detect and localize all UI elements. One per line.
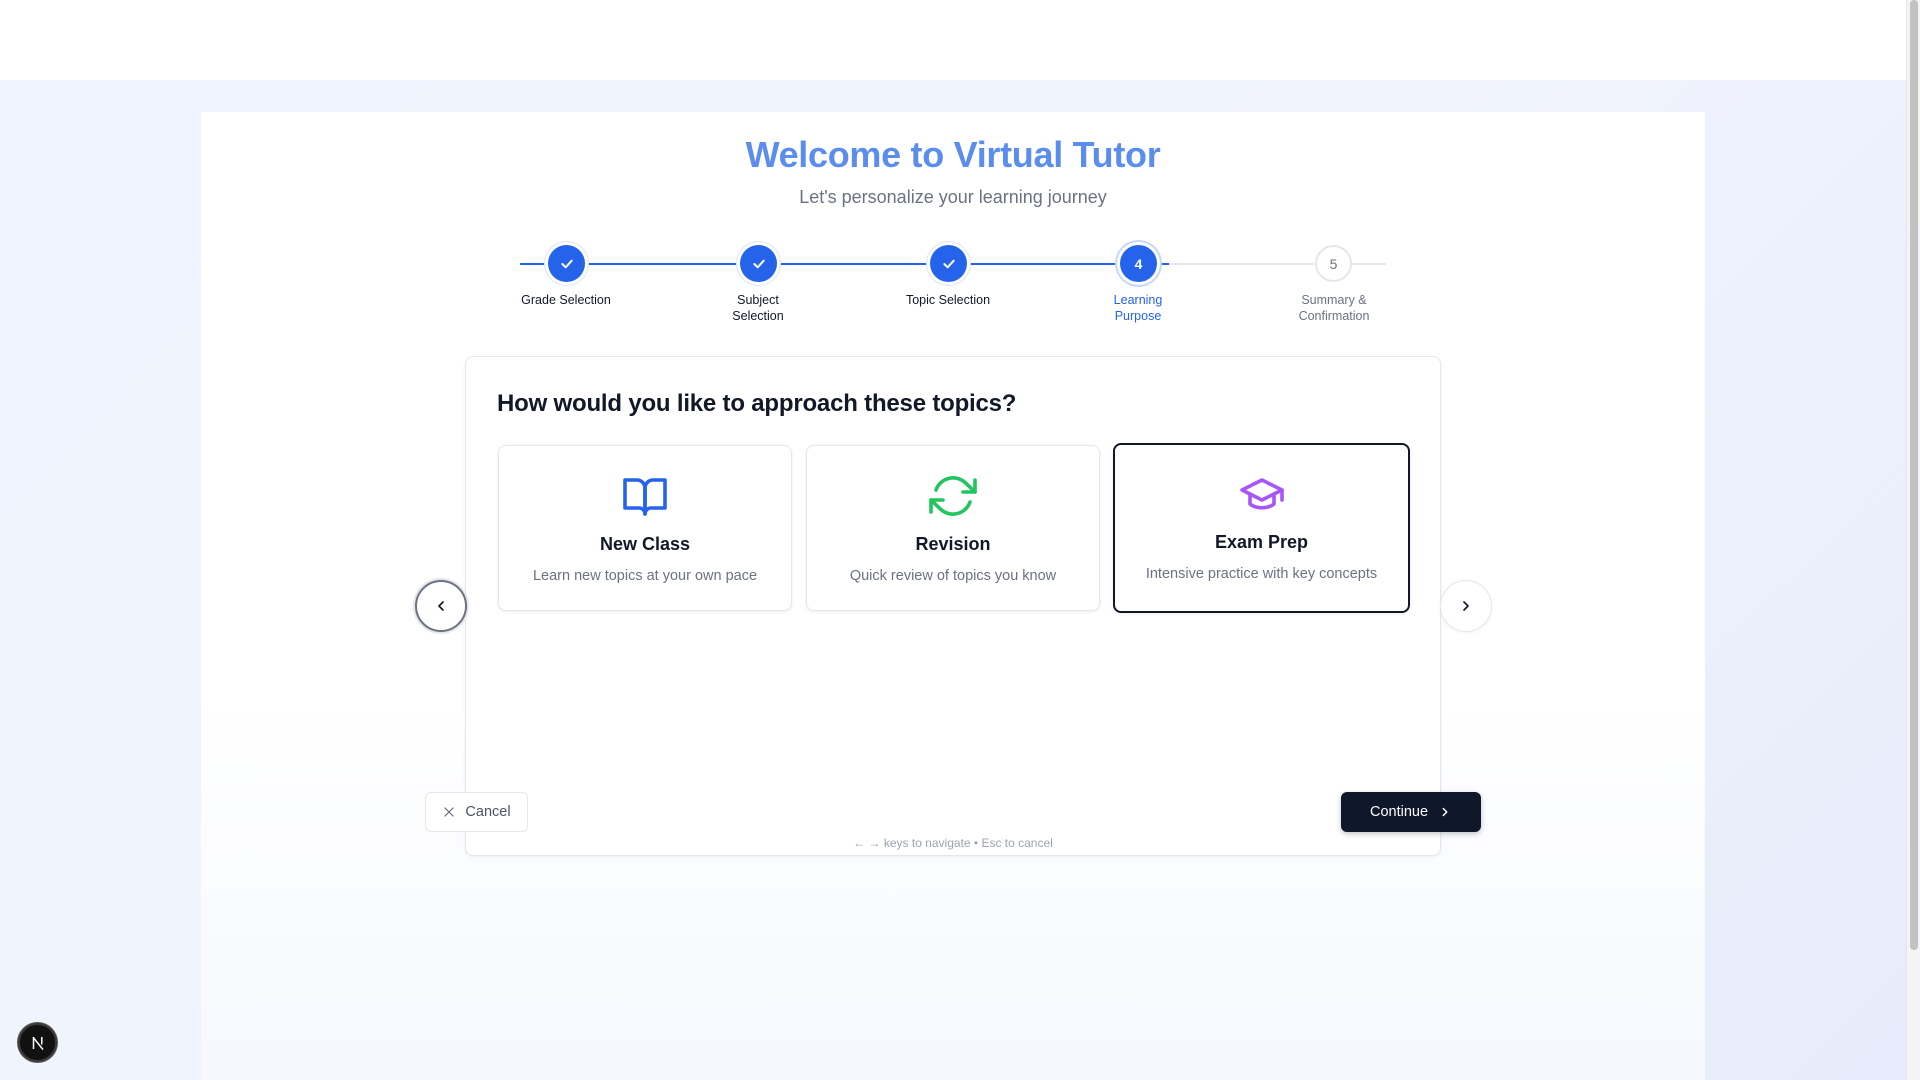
question-title: How would you like to approach these top…: [497, 390, 1017, 417]
step-number: 4: [1134, 255, 1143, 272]
option-title: New Class: [599, 534, 691, 554]
scrollbar[interactable]: [1906, 0, 1920, 1080]
graduation-cap-icon: [1239, 478, 1284, 510]
close-icon: [444, 807, 455, 817]
step-5-circle[interactable]: 5: [1315, 245, 1352, 282]
step-label-line: Grade Selection: [521, 293, 611, 307]
option-revision[interactable]: Revision Quick review of topics you know: [806, 445, 1100, 611]
step-connector: [1352, 263, 1386, 265]
option-title: Revision: [915, 534, 991, 554]
chevron-right-icon: [1442, 807, 1448, 817]
step-label-line: Selection: [732, 309, 784, 323]
step-4-circle[interactable]: 4: [1120, 245, 1157, 282]
check-icon: [752, 259, 765, 268]
step-3-circle[interactable]: [930, 245, 967, 282]
continue-button[interactable]: Continue: [1341, 792, 1481, 832]
step-connector: [1169, 263, 1314, 265]
option-description: Intensive practice with key concepts: [1145, 566, 1378, 582]
page: Welcome to Virtual Tutor Let's personali…: [0, 0, 1920, 1080]
check-icon: [942, 259, 955, 268]
progress-stepper: Grade Selection Subject Selection Topic …: [0, 0, 1906, 340]
step-5-label: Summary & Confirmation: [1264, 292, 1404, 324]
step-connector: [585, 263, 740, 265]
cancel-label: Cancel: [465, 804, 511, 820]
option-description: Quick review of topics you know: [849, 568, 1057, 584]
step-label-line: Purpose: [1114, 309, 1162, 323]
step-label-line: Learning: [1113, 293, 1163, 307]
step-label-line: Subject: [737, 293, 779, 307]
cancel-button[interactable]: Cancel: [425, 792, 528, 832]
keyboard-hint: ← → keys to navigate • Esc to cancel: [853, 836, 1053, 850]
step-label-line: Summary &: [1301, 293, 1367, 307]
chevron-right-icon: [1463, 601, 1469, 611]
chevron-left-icon: [438, 601, 444, 611]
step-connector: [965, 263, 1120, 265]
refresh-icon: [929, 476, 977, 516]
step-label-line: Confirmation: [1298, 309, 1370, 323]
step-2-circle[interactable]: [740, 245, 777, 282]
step-1-circle[interactable]: [548, 245, 585, 282]
step-label-line: Topic Selection: [905, 293, 991, 307]
option-description: Learn new topics at your own pace: [532, 568, 758, 584]
option-exam-prep[interactable]: Exam Prep Intensive practice with key co…: [1113, 443, 1410, 613]
step-3-label: Topic Selection: [878, 292, 1018, 308]
step-2-label: Subject Selection: [688, 292, 828, 324]
open-book-icon: [623, 478, 667, 516]
step-connector: [775, 263, 930, 265]
check-icon: [560, 259, 573, 268]
option-new-class[interactable]: New Class Learn new topics at your own p…: [498, 445, 792, 611]
continue-label: Continue: [1369, 804, 1429, 820]
scrollbar-thumb[interactable]: [1910, 0, 1918, 950]
nextjs-dev-badge[interactable]: [18, 1023, 57, 1062]
step-connector: [1155, 263, 1169, 265]
step-number: 5: [1329, 255, 1338, 272]
previous-button[interactable]: [415, 580, 467, 632]
step-4-label: Learning Purpose: [1068, 292, 1208, 324]
next-button[interactable]: [1440, 580, 1492, 632]
option-title: Exam Prep: [1214, 532, 1309, 552]
step-1-label: Grade Selection: [496, 292, 636, 308]
nextjs-logo-icon: [31, 1036, 44, 1050]
